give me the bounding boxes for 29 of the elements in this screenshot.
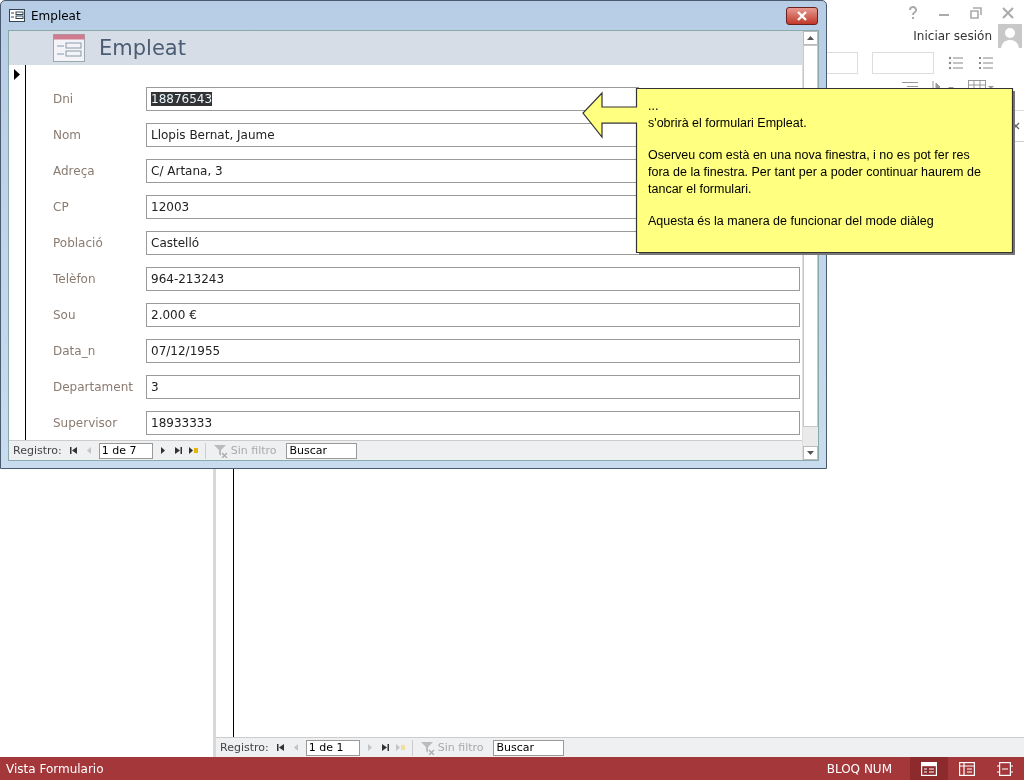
num-lock-indicator: BLOQ NUM [826, 761, 892, 776]
field-label: Dni [53, 92, 75, 106]
field-label: Sou [53, 308, 77, 322]
field-value: 964-213243 [151, 272, 225, 286]
field-value: 18876543 [151, 92, 213, 106]
field-value: 18933333 [151, 416, 213, 430]
field-value: Castelló [151, 236, 200, 250]
field-value: 12003 [151, 200, 190, 214]
view-name: Vista Formulario [5, 761, 105, 776]
record-label: Registro: [13, 444, 62, 457]
window-title: Empleat [31, 8, 82, 23]
field-value: Llopis Bernat, Jaume [151, 128, 275, 142]
field-label: Població [53, 236, 104, 250]
field-label: Telèfon [53, 272, 97, 286]
field-value: C/ Artana, 3 [151, 164, 223, 178]
callout-text: Aquesta és la manera de funcionar del mode diàleg [648, 213, 935, 230]
field-label: Departament [53, 380, 134, 394]
record-label: Registro: [220, 741, 269, 754]
field-value: 07/12/1955 [151, 344, 221, 358]
field-label: CP [53, 200, 70, 214]
field-label: Adreça [53, 164, 96, 178]
form-title: Empleat [99, 36, 186, 60]
callout-text: ... s'obrirà el formulari Empleat. [648, 98, 808, 132]
field-value: 2.000 € [151, 308, 197, 322]
callout-text: Oserveu com està en una nova finestra, i no es pot fer res fora de la finestra. Per tant per a poder continuar haurem de tancar el formulari. [648, 147, 982, 198]
field-label: Nom [53, 128, 82, 142]
field-label: Supervisor [53, 416, 119, 430]
field-label: Data_n [53, 344, 97, 358]
field-value: 3 [151, 380, 159, 394]
